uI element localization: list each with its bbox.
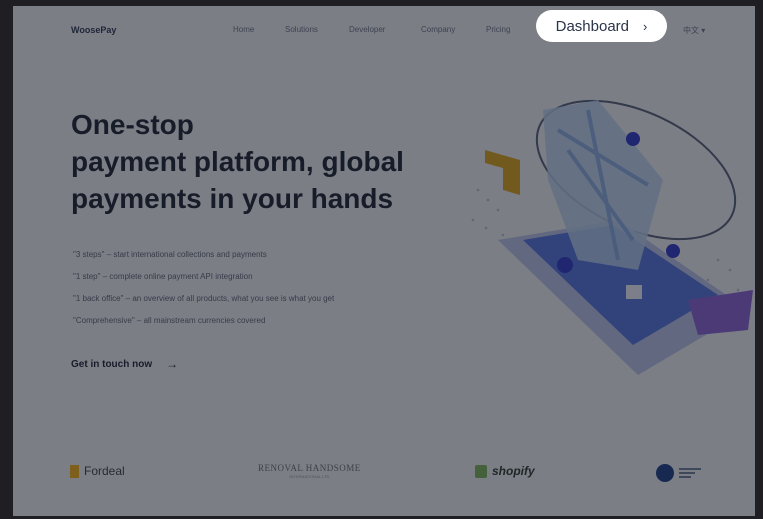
language-selector[interactable]: 中文 ▾ [683, 25, 705, 36]
fordeal-name: Fordeal [84, 464, 125, 478]
chevron-right-icon: › [643, 18, 648, 34]
hero-title-line-2: payment platform, global [71, 146, 404, 177]
globe-icon [656, 464, 674, 482]
nav-company[interactable]: Company [421, 25, 455, 34]
gold-block [485, 150, 520, 195]
feature-line: "1 step" – complete online payment API i… [73, 272, 253, 281]
hero-title-line-1: One-stop [71, 109, 194, 140]
partner-renoval-handsome: RENOVAL HANDSOME INTERNATIONAL LTD [258, 463, 361, 479]
hero-title: One-stop payment platform, global paymen… [71, 106, 404, 217]
fordeal-logo-mark [70, 464, 79, 478]
feature-line: "3 steps" – start international collecti… [73, 250, 267, 259]
orb [626, 132, 640, 146]
nav-solutions[interactable]: Solutions [285, 25, 318, 34]
feature-line: "1 back office" – an overview of all pro… [73, 294, 335, 303]
hero-illustration [471, 99, 753, 375]
arrow-right-icon: → [166, 357, 179, 371]
shopify-name: shopify [492, 464, 535, 478]
partner-fordeal: Fordeal [70, 464, 125, 478]
nav-pricing[interactable]: Pricing [486, 25, 510, 34]
dashboard-button[interactable]: Dashboard › [536, 10, 667, 42]
site-logo[interactable]: WoosePay [71, 25, 116, 35]
browser-viewport: WoosePay Home Solutions Developer Compan… [13, 6, 755, 516]
rh-name: RENOVAL HANDSOME [258, 463, 361, 473]
hero-title-line-3: payments in your hands [71, 183, 394, 214]
nav-developer[interactable]: Developer [349, 25, 385, 34]
nav-home[interactable]: Home [233, 25, 254, 34]
dashboard-label: Dashboard [555, 17, 630, 35]
globe-logo-text [679, 468, 701, 478]
get-in-touch-button[interactable]: Get in touch now → [71, 357, 178, 371]
rh-subtitle: INTERNATIONAL LTD [289, 473, 330, 479]
partner-globe-logo [656, 464, 701, 482]
cta-label: Get in touch now [71, 358, 153, 370]
shopify-bag-icon [475, 464, 487, 478]
orb [666, 244, 680, 258]
partner-shopify: shopify [475, 464, 535, 478]
orb [557, 257, 573, 273]
small-cube [626, 285, 642, 299]
feature-line: "Comprehensive" – all mainstream currenc… [73, 316, 266, 325]
